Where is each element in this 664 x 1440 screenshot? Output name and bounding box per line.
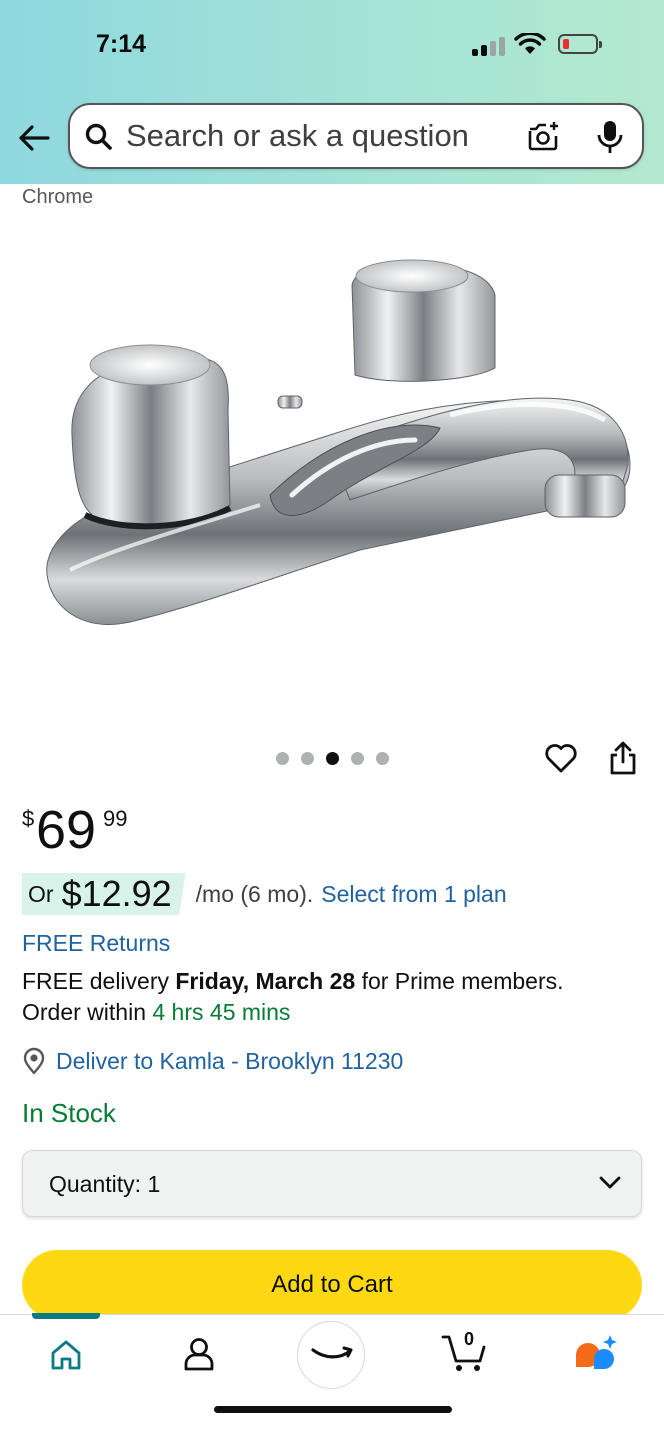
active-tab-indicator (32, 1313, 100, 1319)
amazon-smile-icon (311, 1346, 353, 1359)
share-icon[interactable] (608, 740, 638, 776)
installment-offer: Or $12.92 /mo (6 mo). Select from 1 plan (22, 873, 507, 915)
image-pager[interactable] (276, 752, 389, 765)
pager-dot[interactable] (301, 752, 314, 765)
deliver-to-text: Deliver to Kamla - Brooklyn 11230 (56, 1047, 404, 1074)
installment-term: /mo (6 mo). (195, 880, 314, 907)
delivery-countdown: 4 hrs 45 mins (152, 999, 291, 1025)
wifi-icon (514, 33, 546, 54)
price-fraction: 99 (103, 806, 128, 831)
signal-icon (472, 36, 506, 56)
installment-highlight: Or $12.92 (22, 873, 186, 915)
pager-dot-active[interactable] (326, 752, 339, 765)
quantity-value: 1 (147, 1171, 161, 1197)
delivery-suffix: for Prime members. (361, 968, 564, 994)
mic-icon[interactable] (596, 119, 624, 155)
quantity-selected: Quantity: 1 (49, 1171, 160, 1198)
pager-dot[interactable] (276, 752, 289, 765)
status-time: 7:14 (96, 30, 147, 58)
location-pin-icon (23, 1047, 45, 1075)
bottom-nav: 0 (0, 1313, 664, 1440)
deliver-to-link[interactable]: Deliver to Kamla - Brooklyn 11230 (22, 1046, 403, 1076)
price-whole: 69 (36, 800, 97, 860)
chevron-down-icon (599, 1176, 621, 1189)
delivery-date: Friday, March 28 (175, 968, 356, 994)
search-input[interactable] (126, 105, 506, 167)
home-indicator (214, 1406, 452, 1413)
stock-status: In Stock (22, 1098, 116, 1128)
search-bar[interactable] (68, 103, 644, 169)
camera-icon[interactable] (526, 120, 560, 152)
product-image[interactable] (30, 250, 640, 660)
delivery-prefix: FREE delivery (22, 968, 169, 994)
quantity-label: Quantity: (49, 1171, 142, 1197)
search-icon (85, 123, 112, 150)
header: 7:14 (0, 0, 664, 184)
add-to-cart-button[interactable]: Add to Cart (22, 1250, 642, 1320)
installment-or: Or (28, 880, 54, 907)
pager-dot[interactable] (376, 752, 389, 765)
order-within-label: Order within (22, 999, 146, 1025)
back-arrow-icon[interactable] (16, 120, 52, 156)
battery-icon (558, 34, 602, 54)
home-icon[interactable] (48, 1337, 84, 1373)
select-plan-link[interactable]: Select from 1 plan (321, 881, 506, 908)
installment-amount: $12.92 (61, 873, 172, 914)
source-app-label[interactable]: Chrome (22, 186, 93, 209)
price-currency: $ (22, 806, 35, 831)
heart-icon[interactable] (544, 742, 578, 774)
delivery-info: FREE delivery Friday, March 28 for Prime… (22, 966, 642, 1028)
amazon-home-button[interactable] (297, 1321, 365, 1389)
rufus-icon[interactable] (574, 1333, 618, 1373)
account-icon[interactable] (180, 1335, 218, 1373)
cart-count: 0 (464, 1329, 475, 1349)
free-returns-link[interactable]: FREE Returns (22, 930, 170, 957)
pager-dot[interactable] (351, 752, 364, 765)
quantity-dropdown[interactable]: Quantity: 1 (22, 1150, 642, 1217)
